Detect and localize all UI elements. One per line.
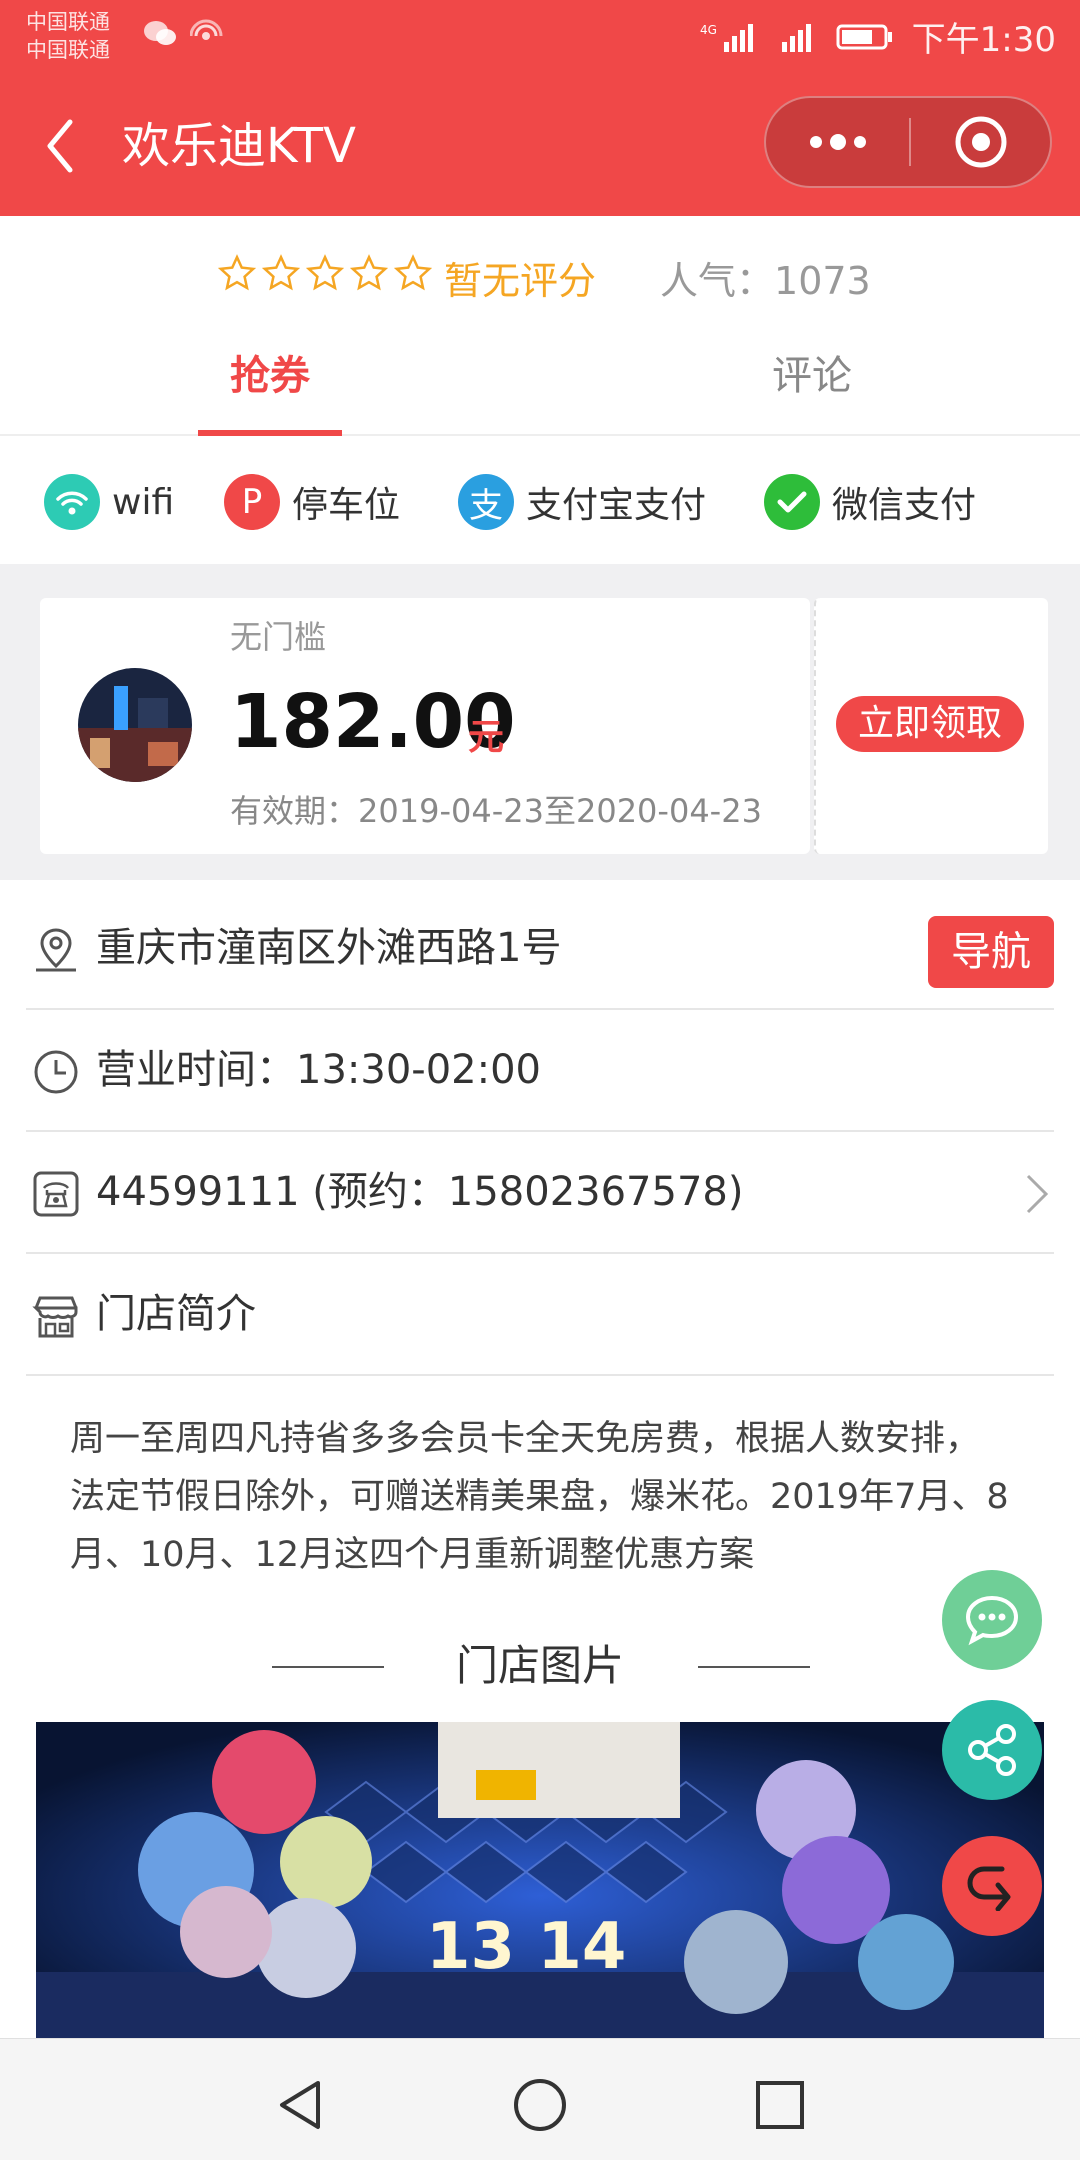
star-icon [306, 254, 344, 291]
intro-title: 门店简介 [96, 1291, 256, 1337]
tab-coupons-label: 抢券 [230, 353, 310, 399]
star-rating [218, 254, 432, 292]
clock-icon [34, 1050, 78, 1094]
carrier-1: 中国联通 [26, 10, 110, 34]
recents-square-icon[interactable] [750, 2075, 810, 2135]
battery-icon [836, 24, 892, 49]
mini-program-capsule [764, 96, 1052, 188]
phone-row[interactable]: 44599111 (预约：15802367578) [26, 1132, 1054, 1254]
share-button[interactable] [942, 1700, 1042, 1800]
amenity-label: 停车位 [292, 485, 401, 526]
address-text: 重庆市潼南区外滩西路1号 [96, 925, 562, 971]
store-avatar [78, 668, 192, 782]
rating-row: 暂无评分 人气：1073 [0, 216, 1080, 336]
coupon-unit: 元 [468, 717, 505, 758]
popularity-value: 1073 [774, 259, 871, 303]
return-icon [967, 1866, 1011, 1911]
status-left-icons [142, 18, 226, 50]
photo-text: 13 14 [426, 1910, 626, 1984]
store-description: 周一至周四凡持省多多会员卡全天免房费，根据人数安排，法定节假日除外，可赠送精美果… [70, 1419, 1009, 1575]
location-pin-icon [36, 928, 76, 972]
share-icon [968, 1724, 1016, 1776]
amenity-wifi: wifi [44, 472, 174, 532]
carrier-2: 中国联通 [26, 38, 110, 62]
signal-icon-2 [781, 23, 811, 52]
header: 中国联通 中国联通 4G 下午1:30 欢乐迪KTV [0, 0, 1080, 216]
page-title: 欢乐迪KTV [122, 118, 356, 174]
status-bar: 中国联通 中国联通 4G 下午1:30 [0, 0, 1080, 72]
tab-bar: 抢券 评论 [0, 336, 1080, 436]
system-nav-bar [0, 2038, 1080, 2160]
navigate-button[interactable]: 导航 [928, 916, 1054, 988]
return-button[interactable] [942, 1836, 1042, 1936]
close-button[interactable] [911, 98, 1050, 186]
clock: 下午1:30 [911, 20, 1056, 60]
svg-text:4G: 4G [700, 23, 717, 37]
home-circle-icon[interactable] [510, 2075, 570, 2135]
wechat-pay-icon [764, 474, 820, 530]
wifi-icon [44, 474, 100, 530]
popularity: 人气：1073 [660, 250, 871, 305]
coupon-validity: 有效期：2019-04-23至2020-04-23 [230, 792, 762, 830]
phone-icon [33, 1171, 79, 1217]
chat-button[interactable] [942, 1570, 1042, 1670]
signal-icon: 4G [700, 23, 753, 52]
amenity-label: 微信支付 [832, 485, 977, 526]
amenity-parking: P 停车位 [224, 472, 400, 532]
store-photo[interactable]: 13 14 [36, 1722, 1044, 2038]
status-right: 4G 下午1:30 [700, 12, 1056, 61]
back-triangle-icon[interactable] [270, 2075, 330, 2135]
amenity-label: wifi [112, 481, 175, 523]
amenity-label: 支付宝支付 [526, 485, 707, 526]
popularity-label: 人气： [660, 259, 775, 303]
chevron-right-icon [1026, 1174, 1049, 1214]
target-close-icon [955, 116, 1006, 168]
parking-icon: P [224, 474, 280, 530]
amenities-row: wifi P 停车位 支 支付宝支付 微信支付 [0, 436, 1080, 564]
wechat-icon [144, 21, 176, 45]
more-dots-icon [809, 134, 866, 150]
star-icon [262, 254, 300, 291]
title-bar: 欢乐迪KTV [0, 72, 1080, 216]
photos-title: 门店图片 [456, 1641, 625, 1690]
alipay-icon: 支 [458, 474, 514, 530]
back-arrow-icon[interactable] [40, 116, 80, 176]
chat-icon [965, 1595, 1019, 1646]
hours-row: 营业时间：13:30-02:00 [26, 1010, 1054, 1132]
address-row[interactable]: 重庆市潼南区外滩西路1号 导航 [26, 888, 1054, 1010]
star-icon [394, 254, 432, 291]
coupon-threshold: 无门槛 [230, 618, 327, 656]
intro-row: 门店简介 [26, 1254, 1054, 1376]
star-icon [218, 254, 256, 291]
tab-comments-label: 评论 [772, 353, 852, 399]
app-root: 中国联通 中国联通 4G 下午1:30 欢乐迪KTV 暂无评分 人气：1073 … [0, 0, 1080, 2160]
more-button[interactable] [766, 98, 909, 186]
photos-section-header: 门店图片 [0, 1636, 1080, 1696]
amenity-alipay: 支 支付宝支付 [458, 472, 706, 532]
tab-comments[interactable]: 评论 [740, 336, 884, 436]
divider-right [698, 1666, 810, 1668]
phone-text: 44599111 (预约：15802367578) [96, 1169, 744, 1215]
star-icon [350, 254, 388, 291]
carrier-info: 中国联通 中国联通 [26, 8, 110, 64]
hotspot-icon [190, 19, 223, 40]
hours-text: 营业时间：13:30-02:00 [96, 1047, 541, 1093]
tab-coupons[interactable]: 抢券 [198, 336, 342, 436]
no-rating-text: 暂无评分 [444, 259, 597, 303]
amenity-wechat-pay: 微信支付 [764, 472, 976, 532]
claim-button[interactable]: 立即领取 [836, 696, 1024, 752]
store-icon [32, 1296, 78, 1338]
divider-left [272, 1666, 384, 1668]
